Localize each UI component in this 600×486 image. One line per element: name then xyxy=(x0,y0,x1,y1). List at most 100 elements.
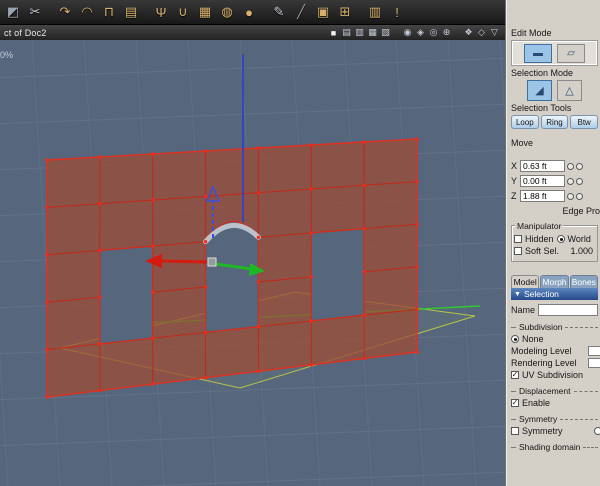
panel-tabs: Model Morph Bones xyxy=(511,275,598,288)
sphere-smooth-tool-icon[interactable]: ● xyxy=(238,1,260,24)
object-mode-button[interactable]: ▬ xyxy=(524,43,552,63)
modeling-level-stepper[interactable] xyxy=(588,346,600,356)
soft-selection-checkbox[interactable] xyxy=(514,247,522,255)
move-x-lock-radio[interactable] xyxy=(576,162,583,170)
box-deform-tool-icon[interactable]: ▤ xyxy=(120,1,142,24)
move-y-input[interactable] xyxy=(520,175,565,187)
shading-smooth-icon[interactable]: ◉ xyxy=(401,27,414,38)
world-label: World xyxy=(567,234,591,244)
subdivision-none-row: None xyxy=(511,334,598,344)
shading-domain-label: Shading domain xyxy=(519,442,581,452)
viewport-3d[interactable]: 0% xyxy=(0,40,505,486)
symmetry-section-header: Symmetry xyxy=(511,414,598,424)
move-fields: X Y Z xyxy=(511,160,598,202)
manipulator-row-1: Hidden World xyxy=(514,234,595,244)
selection-section-header[interactable]: ▼ Selection xyxy=(511,288,598,300)
ring-button[interactable]: Ring xyxy=(540,115,569,129)
gizmo-center-handle[interactable] xyxy=(207,257,217,267)
tab-bones[interactable]: Bones xyxy=(569,275,598,288)
axis-toggle-icon[interactable]: ⊕ xyxy=(440,27,453,38)
shading-wireframe-icon[interactable]: ◎ xyxy=(427,27,440,38)
modeling-level-row: Modeling Level xyxy=(511,346,600,356)
copy-pages-tool-icon[interactable]: ⊞ xyxy=(334,1,356,24)
soft-selection-value[interactable]: 1.000 xyxy=(570,246,595,256)
rendering-level-stepper[interactable] xyxy=(588,358,600,368)
displacement-enable-row: ✓ Enable xyxy=(511,398,598,408)
move-y-option-radio[interactable] xyxy=(567,177,574,185)
tab-model[interactable]: Model xyxy=(511,275,540,288)
manipulator-group: Manipulator Hidden World Soft Sel. 1.000 xyxy=(511,221,598,262)
vertex-edit-mode-button[interactable]: ▱ xyxy=(557,43,585,63)
vertex-select-icon: ◢ xyxy=(535,85,544,97)
uv-subdivision-label: UV Subdivision xyxy=(522,370,584,380)
camera-angle-icon[interactable]: ▽ xyxy=(488,27,501,38)
app-window: ◩ ✂ ↷ ◠ ⊓ ▤ Ψ ∪ ▦ ◍ ● ✎ ╱ ▣ ⊞ ▥ ! ct of … xyxy=(0,0,600,486)
left-arrow-shaft[interactable] xyxy=(159,259,208,264)
edge-select-button[interactable]: △ xyxy=(557,80,582,101)
edit-mode-group: ▬ ▱ xyxy=(511,40,598,66)
cube-view-icon[interactable]: ◇ xyxy=(475,27,488,38)
main-toolbar: ◩ ✂ ↷ ◠ ⊓ ▤ Ψ ∪ ▦ ◍ ● ✎ ╱ ▣ ⊞ ▥ ! xyxy=(0,0,505,25)
pen-tool-icon[interactable]: ✎ xyxy=(268,1,290,24)
selection-mode-label: Selection Mode xyxy=(511,68,574,78)
urn-tool-icon[interactable]: ◍ xyxy=(216,1,238,24)
cylinder-tool-icon[interactable]: ⊓ xyxy=(98,1,120,24)
move-z-input[interactable] xyxy=(520,190,565,202)
cube-tool-icon[interactable]: ▦ xyxy=(194,1,216,24)
split-view-5-icon[interactable]: ▧ xyxy=(379,27,392,38)
arch-tool-icon[interactable]: ◠ xyxy=(76,1,98,24)
wall-mesh[interactable] xyxy=(45,137,419,399)
uv-subdivision-row: ✓ UV Subdivision xyxy=(511,370,598,380)
move-z-row: Z xyxy=(511,190,598,202)
clamp-tool-icon[interactable]: Ψ xyxy=(150,1,172,24)
object-mode-icon: ▬ xyxy=(533,47,543,59)
subdivision-none-radio[interactable] xyxy=(511,335,519,343)
split-view-4-icon[interactable]: ▦ xyxy=(366,27,379,38)
move-x-label: X xyxy=(511,161,518,171)
move-y-lock-radio[interactable] xyxy=(576,177,583,185)
move-z-lock-radio[interactable] xyxy=(576,192,583,200)
between-button[interactable]: Btw xyxy=(570,115,599,129)
tab-morph[interactable]: Morph xyxy=(540,275,569,288)
modeling-level-label: Modeling Level xyxy=(511,346,572,356)
stamp-tool-icon[interactable]: ▣ xyxy=(312,1,334,24)
goblet-tool-icon[interactable]: ∪ xyxy=(172,1,194,24)
move-z-option-radio[interactable] xyxy=(567,192,574,200)
grid-toggle-icon[interactable]: ❖ xyxy=(462,27,475,38)
manipulator-label: Manipulator xyxy=(515,221,564,231)
move-x-row: X xyxy=(511,160,598,172)
3d-scene-canvas[interactable] xyxy=(0,40,505,486)
bend-tool-icon[interactable]: ↷ xyxy=(54,1,76,24)
vertex-select-button[interactable]: ◢ xyxy=(527,80,552,101)
world-radio[interactable] xyxy=(556,235,565,243)
displacement-enable-label: Enable xyxy=(522,398,551,408)
subdivision-none-label: None xyxy=(522,334,544,344)
shading-textured-icon[interactable]: ◈ xyxy=(414,27,427,38)
symmetry-row: Symmetry xyxy=(511,426,600,436)
move-z-label: Z xyxy=(511,191,517,201)
edit-mode-label: Edit Mode xyxy=(511,28,552,38)
symmetry-checkbox[interactable] xyxy=(511,427,519,435)
alert-tool-icon[interactable]: ! xyxy=(386,1,408,24)
loop-button[interactable]: Loop xyxy=(511,115,539,129)
symmetry-axis-radio[interactable] xyxy=(594,427,600,435)
hidden-checkbox[interactable] xyxy=(514,235,522,243)
subdivision-label: Subdivision xyxy=(519,322,563,332)
displacement-label: Displacement xyxy=(519,386,571,396)
single-view-icon[interactable]: ■ xyxy=(327,28,340,38)
name-row: Name xyxy=(511,304,598,316)
soft-selection-label: Soft Sel. xyxy=(525,246,560,256)
select-tool-icon[interactable]: ◩ xyxy=(2,1,24,24)
uv-subdivision-checkbox[interactable]: ✓ xyxy=(511,371,519,379)
subdivision-section-header: Subdivision xyxy=(511,322,598,332)
split-view-3-icon[interactable]: ▥ xyxy=(353,27,366,38)
viewport-titlebar[interactable]: ct of Doc2 ■ ▤ ▥ ▦ ▧ ◉ ◈ ◎ ⊕ ❖ ◇ ▽ xyxy=(0,25,505,40)
move-x-option-radio[interactable] xyxy=(567,162,574,170)
table-grid-tool-icon[interactable]: ▥ xyxy=(364,1,386,24)
scissors-cut-tool-icon[interactable]: ✂ xyxy=(24,1,46,24)
move-x-input[interactable] xyxy=(520,160,565,172)
manipulator-row-2: Soft Sel. 1.000 xyxy=(514,246,595,256)
name-input[interactable] xyxy=(538,304,598,316)
split-view-2-icon[interactable]: ▤ xyxy=(340,27,353,38)
displacement-enable-checkbox[interactable]: ✓ xyxy=(511,399,519,407)
